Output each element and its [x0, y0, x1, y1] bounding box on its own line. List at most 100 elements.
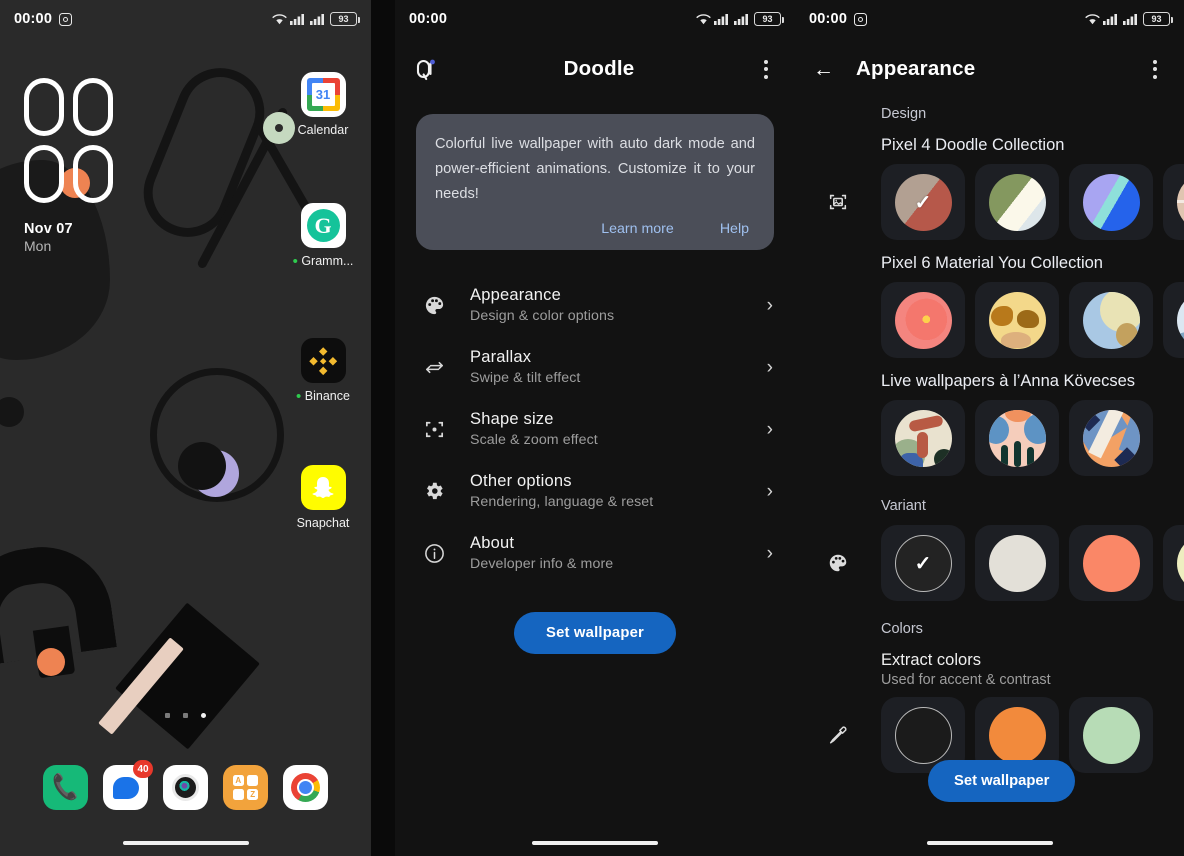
home-page-indicator[interactable] [0, 713, 371, 718]
page-dot[interactable] [165, 713, 170, 718]
info-icon [415, 542, 453, 565]
signal-bars-2-icon [310, 14, 324, 25]
variant-tile[interactable] [975, 525, 1059, 601]
image-frame-icon [795, 191, 881, 213]
signal-bars-icon [1103, 14, 1117, 25]
variant-tile[interactable] [1163, 525, 1184, 601]
page-dot-active[interactable] [201, 713, 206, 718]
row-subtitle: Scale & zoom effect [470, 432, 598, 448]
swatch-tile[interactable] [1163, 164, 1184, 240]
swatch-scroller[interactable] [881, 400, 1153, 476]
clock-widget[interactable]: Nov 07 Mon [24, 78, 113, 254]
swatch-amber-leaf [988, 291, 1046, 349]
settings-row-parallax[interactable]: Parallax Swipe & tilt effect › [395, 336, 795, 398]
swatch-scroller[interactable]: ✓ [881, 164, 1184, 240]
swatch-tile[interactable]: ✓ [881, 164, 965, 240]
section-label-colors: Colors [881, 621, 923, 637]
dock-camera-icon[interactable] [163, 765, 208, 810]
three-phone-screenshots: 00:00 93 Nov 07 Mon 31 Calendar G • Gram… [0, 0, 1184, 856]
swatch-row-pixel4[interactable]: ✓ [795, 157, 1184, 240]
swatch-scroller[interactable]: ✓ [881, 525, 1184, 601]
app-label: Calendar [297, 123, 349, 137]
swatch-tile[interactable] [1069, 164, 1153, 240]
signal-bars-icon [714, 14, 728, 25]
dock-chrome-icon[interactable] [283, 765, 328, 810]
status-time: 00:00 [14, 11, 53, 27]
selected-check-icon: ✓ [914, 552, 932, 575]
page-title: Doodle [563, 57, 635, 80]
clock-date: Nov 07 [24, 221, 73, 237]
status-time: 00:00 [409, 11, 448, 27]
chevron-right-icon: › [766, 480, 773, 502]
wallpaper-circle-outline [150, 368, 284, 502]
app-icon-binance[interactable]: • Binance [291, 338, 355, 403]
page-dot[interactable] [183, 713, 188, 718]
settings-gesture-bar[interactable] [532, 841, 658, 845]
app-icon-snapchat[interactable]: Snapchat [291, 465, 355, 530]
grammarly-icon: G [300, 203, 346, 248]
back-arrow-icon[interactable]: ← [813, 59, 834, 80]
clock-hours [24, 78, 113, 136]
swatch-tile[interactable] [975, 400, 1059, 476]
binance-icon [300, 338, 346, 383]
learn-more-link[interactable]: Learn more [601, 221, 674, 237]
clock-date-block: Nov 07 Mon [24, 221, 113, 254]
clock-digit [24, 78, 64, 136]
snapchat-icon [300, 465, 346, 510]
app-icon-grammarly[interactable]: G • Gramm... [291, 203, 355, 268]
swatch-tile[interactable] [1163, 282, 1184, 358]
set-wallpaper-button[interactable]: Set wallpaper [514, 612, 676, 654]
swatch-tile[interactable] [881, 400, 965, 476]
variant-pale-yellow [1176, 534, 1184, 592]
swatch-tile[interactable] [1069, 282, 1153, 358]
swatch-tile[interactable] [1069, 400, 1153, 476]
dock-app-drawer-icon[interactable]: AZ [223, 765, 268, 810]
doodle-brush-icon[interactable] [413, 54, 443, 84]
settings-row-about[interactable]: About Developer info & more › [395, 522, 795, 584]
home-status-bar: 00:00 93 [0, 0, 371, 38]
chevron-right-icon: › [766, 356, 773, 378]
page-title: Appearance [856, 57, 976, 80]
settings-row-shape-size[interactable]: Shape size Scale & zoom effect › [395, 398, 795, 460]
swatch-blue-mint [1082, 173, 1140, 231]
colors-title: Extract colors [881, 651, 981, 669]
swatch-tile[interactable] [975, 164, 1059, 240]
variant-tile[interactable] [1069, 525, 1153, 601]
swatch-row-kovecses[interactable] [795, 393, 1184, 476]
clock-minutes [24, 145, 113, 203]
section-label-design: Design [881, 106, 927, 122]
set-wallpaper-floating-button[interactable]: Set wallpaper [928, 760, 1076, 802]
colors-section: Colors Extract colors Used for accent & … [795, 601, 1184, 773]
app-icon-calendar[interactable]: 31 Calendar [291, 72, 355, 137]
swatch-tile[interactable] [881, 282, 965, 358]
overflow-menu-icon[interactable] [755, 59, 777, 79]
wallpaper-pill-outline [130, 54, 278, 251]
color-tile[interactable] [1069, 697, 1153, 773]
appearance-app-bar: ← Appearance [795, 38, 1184, 100]
dock-messages-icon[interactable]: 40 [103, 760, 153, 810]
swatch-tile[interactable] [975, 282, 1059, 358]
color-orange [988, 706, 1046, 764]
settings-row-other-options[interactable]: Other options Rendering, language & rese… [395, 460, 795, 522]
google-calendar-icon: 31 [300, 72, 346, 117]
wallpaper-hook-shape [0, 538, 117, 668]
appearance-status-bar: 00:00 93 [795, 0, 1184, 38]
parallax-arrows-icon [415, 356, 453, 379]
swatch-row-variant[interactable]: ✓ [795, 514, 1184, 601]
appearance-panel: 00:00 93 ← Appearance Design Pixel 4 Doo… [795, 0, 1184, 856]
status-time: 00:00 [809, 11, 848, 27]
dock-phone-icon[interactable]: 📞 [43, 765, 88, 810]
help-link[interactable]: Help [720, 221, 749, 237]
overflow-menu-icon[interactable] [1144, 59, 1166, 79]
settings-row-appearance[interactable]: Appearance Design & color options › [395, 274, 795, 336]
appearance-gesture-bar[interactable] [926, 841, 1053, 845]
swatch-scroller[interactable] [881, 282, 1184, 358]
swatch-kovecses-3 [1082, 409, 1140, 467]
row-title: Appearance [470, 286, 561, 304]
variant-tile[interactable]: ✓ [881, 525, 965, 601]
swatch-row-pixel6[interactable] [795, 275, 1184, 358]
home-gesture-bar[interactable] [122, 841, 249, 845]
wallpaper-slab-edge [98, 637, 184, 735]
swatch-ice-blue [1176, 291, 1184, 349]
info-card-text: Colorful live wallpaper with auto dark m… [435, 136, 755, 202]
